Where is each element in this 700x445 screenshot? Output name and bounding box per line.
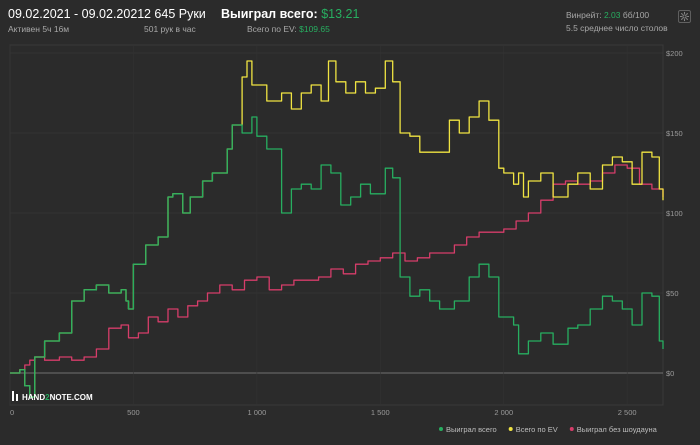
legend-marker [508, 427, 513, 431]
y-tick-label: $200 [666, 49, 683, 58]
plot-frame [9, 44, 664, 406]
x-tick-label: 1 500 [371, 408, 390, 417]
series-line [10, 60, 664, 398]
x-tick-label: 1 000 [247, 408, 266, 417]
y-tick-label: $100 [666, 209, 683, 218]
legend-marker [439, 427, 443, 431]
axis-ticks: $0 $50 $100 $150 $200 0 500 1 000 1 500 2 000 2 50… [10, 49, 683, 417]
logo-mark [16, 394, 18, 401]
y-tick-label: $0 [666, 369, 674, 378]
series-lines [10, 60, 664, 398]
grid [9, 44, 664, 406]
legend: Выиграл всего Всего по EV Выиграл без шоуд… [439, 425, 658, 434]
logo-text: HAND2NOTE.COM [22, 393, 93, 402]
legend-entry: Выиграл всего [446, 425, 497, 434]
line-chart: $0 $50 $100 $150 $200 0 500 1 000 1 500 2 000 2 50… [9, 44, 683, 434]
series-line [10, 164, 664, 374]
y-tick-label: $150 [666, 129, 683, 138]
x-tick-label: 0 [10, 408, 14, 417]
y-tick-label: $50 [666, 289, 679, 298]
x-tick-label: 2 500 [618, 408, 637, 417]
series-line [10, 116, 664, 398]
x-tick-label: 500 [127, 408, 140, 417]
legend-entry: Выиграл без шоудауна [577, 425, 658, 434]
x-tick-label: 2 000 [494, 408, 513, 417]
logo-mark [12, 391, 14, 401]
legend-marker [569, 427, 574, 431]
hand2note-logo: HAND2NOTE.COM [12, 391, 93, 402]
legend-entry: Всего по EV [516, 425, 558, 434]
